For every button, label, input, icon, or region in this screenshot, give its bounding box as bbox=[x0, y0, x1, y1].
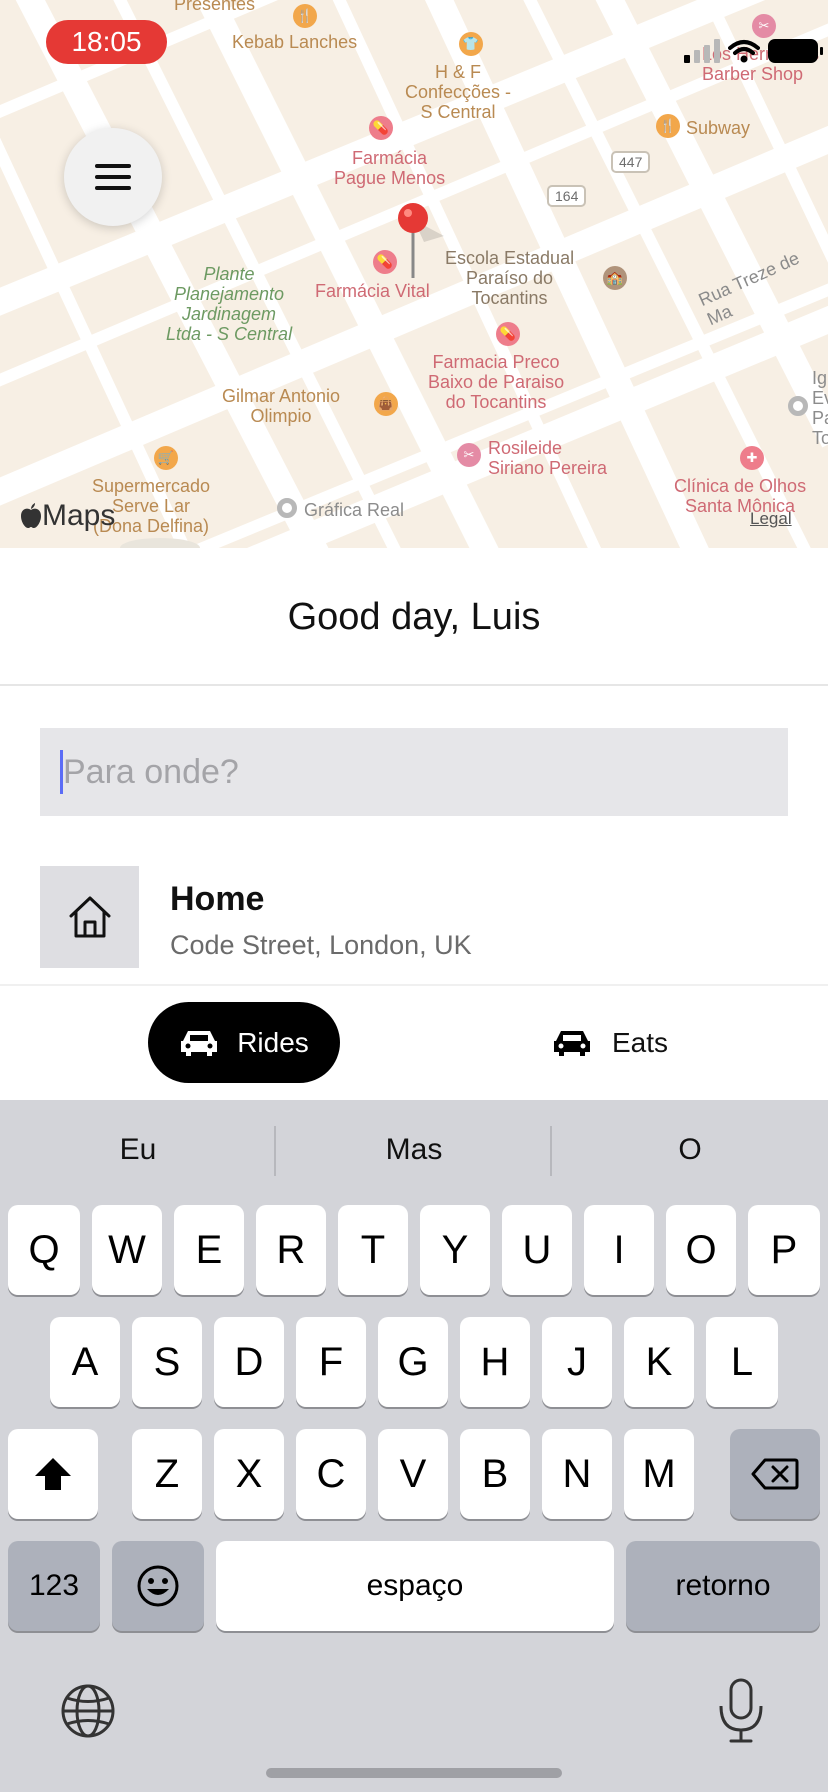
numbers-key[interactable]: 123 bbox=[8, 1541, 100, 1631]
poi-escola: Escola Estadual Paraíso do Tocantins bbox=[445, 248, 575, 308]
backspace-icon bbox=[751, 1458, 799, 1490]
restaurant-icon: 🍴 bbox=[656, 114, 680, 138]
store-icon: 👜 bbox=[374, 392, 398, 416]
poi-hf: H & F Confecções -S Central bbox=[405, 62, 512, 122]
key-e[interactable]: E bbox=[174, 1205, 244, 1295]
key-r[interactable]: R bbox=[256, 1205, 326, 1295]
tab-rides-label: Rides bbox=[237, 1026, 309, 1058]
key-f[interactable]: F bbox=[296, 1317, 366, 1407]
poi-presentes: Presentes bbox=[174, 0, 256, 14]
key-b[interactable]: B bbox=[460, 1429, 530, 1519]
saved-place-address: Code Street, London, UK bbox=[170, 930, 472, 960]
divider bbox=[0, 984, 828, 986]
place-icon bbox=[788, 396, 808, 416]
poi-edge: IgEvPaTo bbox=[812, 368, 828, 448]
car-icon bbox=[181, 1030, 218, 1056]
barber-icon: ✂ bbox=[752, 14, 776, 38]
key-i[interactable]: I bbox=[584, 1205, 654, 1295]
key-d[interactable]: D bbox=[214, 1317, 284, 1407]
poi-farmacia-preco: Farmacia Preco Baixo de Paraiso do Tocanti… bbox=[428, 352, 565, 412]
key-c[interactable]: C bbox=[296, 1429, 366, 1519]
globe-icon[interactable] bbox=[60, 1683, 116, 1739]
destination-search[interactable] bbox=[40, 728, 788, 816]
suggestion-3[interactable]: O bbox=[552, 1100, 828, 1200]
key-a[interactable]: A bbox=[50, 1317, 120, 1407]
microphone-icon[interactable] bbox=[716, 1678, 766, 1744]
battery-icon bbox=[768, 39, 823, 63]
poi-kebab: Kebab Lanches bbox=[232, 32, 358, 52]
return-key[interactable]: retorno bbox=[626, 1541, 820, 1631]
poi-subway: Subway bbox=[686, 118, 751, 138]
key-m[interactable]: M bbox=[624, 1429, 694, 1519]
map-view[interactable]: 🍴 Presentes Kebab Lanches 👕 H & F Confecç… bbox=[0, 0, 828, 548]
pharmacy-icon: 💊 bbox=[369, 116, 393, 140]
suggestion-1[interactable]: Eu bbox=[0, 1100, 276, 1200]
home-indicator bbox=[266, 1768, 562, 1778]
key-y[interactable]: Y bbox=[420, 1205, 490, 1295]
status-time: 18:05 bbox=[46, 20, 167, 64]
poi-plante: Plante Planejamento Jardinagem Ltda - S Cen… bbox=[166, 264, 293, 344]
space-key[interactable]: espaço bbox=[216, 1541, 614, 1631]
key-v[interactable]: V bbox=[378, 1429, 448, 1519]
key-l[interactable]: L bbox=[706, 1317, 778, 1407]
tab-rides[interactable]: Rides bbox=[148, 1002, 340, 1083]
apple-icon bbox=[21, 503, 41, 528]
key-t[interactable]: T bbox=[338, 1205, 408, 1295]
key-j[interactable]: J bbox=[542, 1317, 612, 1407]
school-icon: 🏫 bbox=[603, 266, 627, 290]
beauty-icon: ✂ bbox=[457, 443, 481, 467]
delete-key[interactable] bbox=[730, 1429, 820, 1519]
poi-rosileide: Rosileide Siriano Pereira bbox=[488, 438, 608, 478]
key-o[interactable]: O bbox=[666, 1205, 736, 1295]
hamburger-icon bbox=[95, 164, 131, 190]
shift-key[interactable] bbox=[8, 1429, 98, 1519]
status-icons bbox=[684, 36, 823, 66]
key-s[interactable]: S bbox=[132, 1317, 202, 1407]
key-w[interactable]: W bbox=[92, 1205, 162, 1295]
poi-farmacia-vital: Farmácia Vital bbox=[315, 281, 430, 301]
key-u[interactable]: U bbox=[502, 1205, 572, 1295]
poi-gilmar: Gilmar Antonio Olimpio bbox=[222, 386, 341, 426]
maps-logo-text: Maps bbox=[42, 499, 116, 532]
key-k[interactable]: K bbox=[624, 1317, 694, 1407]
destination-input[interactable] bbox=[63, 752, 763, 792]
menu-button[interactable] bbox=[64, 128, 162, 226]
keyboard: Eu Mas O Q W E R T Y U I O P A S D F G H… bbox=[0, 1100, 828, 1792]
emoji-icon bbox=[137, 1565, 179, 1607]
clinic-icon: ✚ bbox=[740, 446, 764, 470]
saved-place-title: Home bbox=[170, 880, 265, 918]
shirt-icon: 👕 bbox=[459, 32, 483, 56]
pharmacy-icon: 💊 bbox=[496, 322, 520, 346]
key-n[interactable]: N bbox=[542, 1429, 612, 1519]
tab-eats[interactable]: Eats bbox=[514, 1002, 706, 1083]
emoji-key[interactable] bbox=[112, 1541, 204, 1631]
key-q[interactable]: Q bbox=[8, 1205, 80, 1295]
home-icon bbox=[69, 896, 110, 938]
poi-grafica: Gráfica Real bbox=[304, 500, 405, 520]
key-p[interactable]: P bbox=[748, 1205, 820, 1295]
poi-farmacia-pague: Farmácia Pague Menos bbox=[334, 148, 446, 188]
location-pin-icon[interactable] bbox=[394, 202, 454, 282]
wifi-icon bbox=[728, 40, 760, 63]
road-badge-164: 164 bbox=[547, 185, 587, 207]
key-x[interactable]: X bbox=[214, 1429, 284, 1519]
cart-icon: 🛒 bbox=[154, 446, 178, 470]
key-h[interactable]: H bbox=[460, 1317, 530, 1407]
restaurant-icon: 🍴 bbox=[293, 4, 317, 28]
home-icon-box bbox=[40, 866, 139, 968]
saved-place-home[interactable]: Home Code Street, London, UK bbox=[40, 866, 800, 968]
legal-link[interactable]: Legal bbox=[750, 509, 792, 529]
key-g[interactable]: G bbox=[378, 1317, 448, 1407]
car-icon bbox=[553, 1030, 590, 1056]
shift-icon bbox=[35, 1458, 71, 1490]
suggestion-2[interactable]: Mas bbox=[276, 1100, 552, 1200]
signal-icon bbox=[684, 39, 720, 63]
road-badge-447: 447 bbox=[611, 151, 651, 173]
apple-maps-logo: Maps bbox=[20, 499, 115, 533]
tab-eats-label: Eats bbox=[611, 1026, 669, 1058]
greeting-title: Good day, Luis bbox=[0, 548, 828, 686]
key-z[interactable]: Z bbox=[132, 1429, 202, 1519]
place-icon bbox=[277, 498, 297, 518]
